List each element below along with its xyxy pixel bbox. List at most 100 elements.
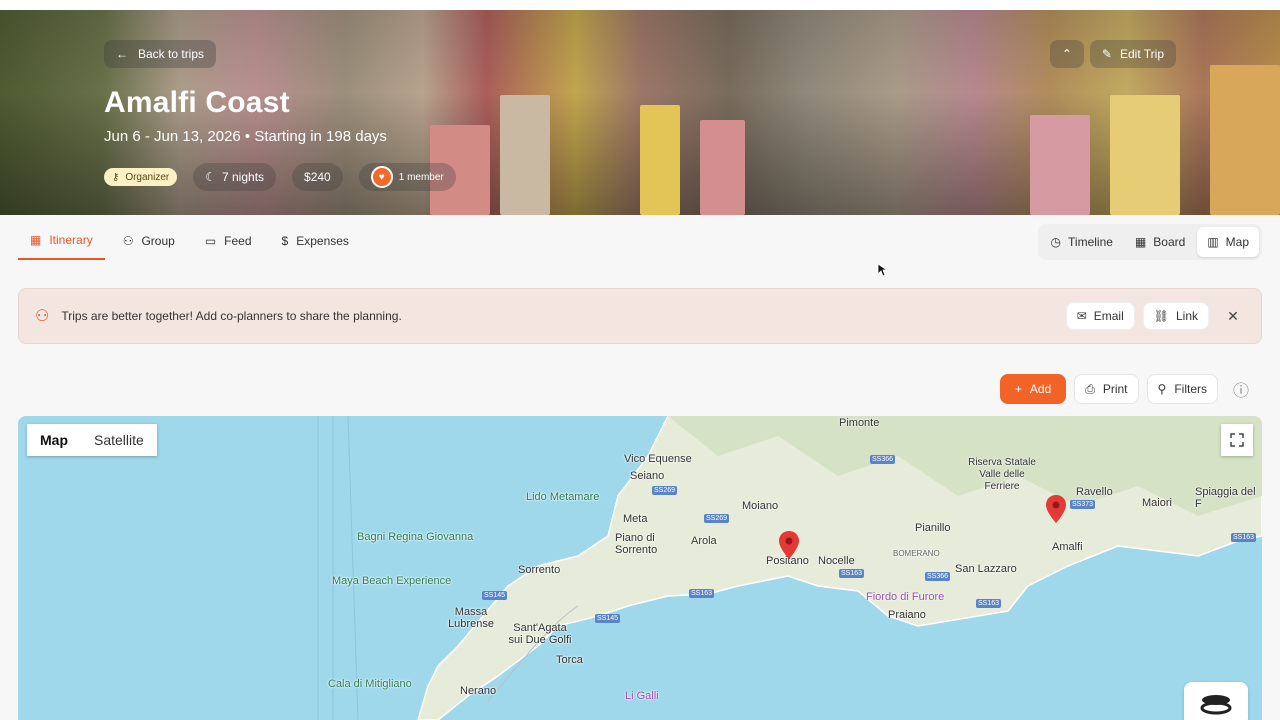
place-label: Arola [691, 535, 717, 547]
place-label: Ravello [1076, 486, 1113, 498]
view-board[interactable]: ▦ Board [1125, 227, 1195, 257]
banner-text: Trips are better together! Add co-planne… [61, 309, 402, 323]
key-icon: ⚷ [112, 171, 120, 183]
view-timeline[interactable]: ◷ Timeline [1041, 227, 1123, 257]
edit-trip-label: Edit Trip [1119, 47, 1164, 61]
map-type-map[interactable]: Map [27, 424, 81, 456]
pin-marker-icon[interactable] [778, 530, 800, 560]
mouse-cursor-icon [877, 263, 887, 277]
print-label: Print [1102, 382, 1128, 396]
chevron-up-icon: ⌃ [1061, 47, 1072, 61]
print-button[interactable]: ⎙ Print [1074, 374, 1139, 404]
users-icon: ⚇ [35, 308, 50, 325]
road-shield: SS366 [925, 572, 951, 581]
map-icon: ▥ [1207, 235, 1219, 249]
place-label: Massa Lubrense [448, 606, 494, 630]
collapse-button[interactable]: ⌃ [1049, 40, 1084, 68]
poi-label[interactable]: Lido Metamare [526, 491, 599, 503]
tab-expenses[interactable]: $ Expenses [270, 222, 361, 260]
clock-icon: ◷ [1050, 235, 1062, 249]
filters-label: Filters [1174, 382, 1207, 396]
organizer-label: Organizer [125, 171, 170, 183]
layers-icon[interactable] [1184, 682, 1248, 720]
printer-icon: ⎙ [1085, 381, 1095, 396]
add-label: Add [1029, 382, 1052, 396]
add-button[interactable]: + Add [999, 374, 1067, 404]
help-icon[interactable]: ⓘ [1226, 374, 1256, 404]
road-shield: SS163 [976, 599, 1002, 608]
link-icon: ⛓ [1153, 309, 1169, 323]
itinerary-map[interactable]: Map Satellite Pimonte Vico Equense Seian… [18, 416, 1262, 720]
road-shield: SS373 [1070, 500, 1096, 509]
view-label: Map [1225, 235, 1249, 249]
place-label: Vico Equense [624, 453, 692, 465]
poi-label[interactable]: Bagni Regina Giovanna [357, 531, 473, 543]
trip-dates: Jun 6 - Jun 13, 2026 • Starting in 198 d… [104, 128, 387, 145]
invite-email-button[interactable]: ✉ Email [1065, 302, 1135, 330]
tab-label: Group [141, 234, 175, 248]
place-label: Amalfi [1052, 541, 1083, 553]
moon-icon: ☾ [205, 170, 216, 184]
co-planner-banner: ⚇ Trips are better together! Add co-plan… [18, 288, 1262, 344]
tab-itinerary[interactable]: ▦ Itinerary [18, 222, 105, 260]
organizer-badge: ⚷ Organizer [104, 168, 178, 186]
edit-trip-button[interactable]: ✎ Edit Trip [1089, 40, 1176, 68]
place-label: Praiano [888, 609, 926, 621]
map-type-control: Map Satellite [27, 424, 157, 456]
close-banner-icon[interactable]: ✕ [1221, 304, 1245, 328]
invite-link-button[interactable]: ⛓ Link [1142, 302, 1209, 330]
dollar-icon: $ [281, 234, 289, 248]
members-chip[interactable]: ♥ 1 member [358, 163, 456, 191]
tab-label: Expenses [296, 234, 349, 248]
place-label: Nocelle [818, 555, 855, 567]
arrow-left-icon: ← [116, 47, 128, 61]
calendar-icon: ▦ [30, 233, 42, 247]
place-label: Nerano [460, 685, 497, 697]
poi-label[interactable]: Maya Beach Experience [332, 575, 451, 587]
place-label: Sorrento [518, 564, 561, 576]
place-label: San Lazzaro [955, 563, 1017, 575]
trip-tabs: ▦ Itinerary ⚇ Group ▭ Feed $ Expenses [18, 222, 361, 260]
place-label: Sant'Agata sui Due Golfi [508, 622, 572, 646]
plus-icon: + [1014, 382, 1022, 396]
view-switcher: ◷ Timeline ▦ Board ▥ Map [1037, 224, 1262, 260]
place-label: Moiano [742, 500, 779, 512]
tab-feed[interactable]: ▭ Feed [193, 222, 264, 260]
cost-label: $240 [304, 170, 331, 184]
poi-label[interactable]: Cala di Mitigliano [328, 678, 412, 690]
members-label: 1 member [398, 171, 444, 183]
road-shield: SS163 [839, 569, 865, 578]
tab-group[interactable]: ⚇ Group [111, 222, 187, 260]
back-to-trips-button[interactable]: ← Back to trips [104, 40, 217, 68]
place-label: Spiaggia del F [1195, 486, 1256, 510]
place-label: Riserva Statale Valle delle Ferriere [968, 457, 1036, 492]
view-map[interactable]: ▥ Map [1197, 227, 1259, 257]
itinerary-toolbar: + Add ⎙ Print ⚲ Filters ⓘ [999, 374, 1256, 404]
filters-button[interactable]: ⚲ Filters [1146, 374, 1218, 404]
map-type-satellite[interactable]: Satellite [81, 424, 157, 456]
view-label: Board [1153, 235, 1186, 249]
trip-title: Amalfi Coast [104, 86, 290, 119]
place-label: Pianillo [915, 522, 951, 534]
pin-marker-icon[interactable] [1045, 494, 1067, 524]
place-label: Piano di Sorrento [615, 532, 658, 556]
cost-chip: $240 [292, 163, 343, 191]
email-label: Email [1093, 309, 1124, 323]
place-label: Maiori [1142, 497, 1172, 509]
tab-label: Itinerary [49, 233, 93, 247]
road-shield: SS163 [689, 589, 715, 598]
chat-icon: ▭ [204, 234, 217, 248]
place-label: Meta [623, 513, 648, 525]
place-label: BOMERANO [893, 549, 940, 558]
poi-label[interactable]: Fiordo di Furore [866, 591, 944, 603]
fullscreen-icon[interactable] [1221, 424, 1253, 456]
road-shield: SS269 [704, 514, 730, 523]
nights-chip: ☾ 7 nights [193, 163, 277, 191]
avatar: ♥ [370, 166, 393, 188]
view-label: Timeline [1068, 235, 1113, 249]
poi-label[interactable]: Li Galli [625, 690, 659, 702]
link-label: Link [1175, 309, 1198, 323]
nights-label: 7 nights [222, 170, 265, 184]
place-label: Torca [556, 654, 583, 666]
filter-icon: ⚲ [1157, 382, 1167, 396]
